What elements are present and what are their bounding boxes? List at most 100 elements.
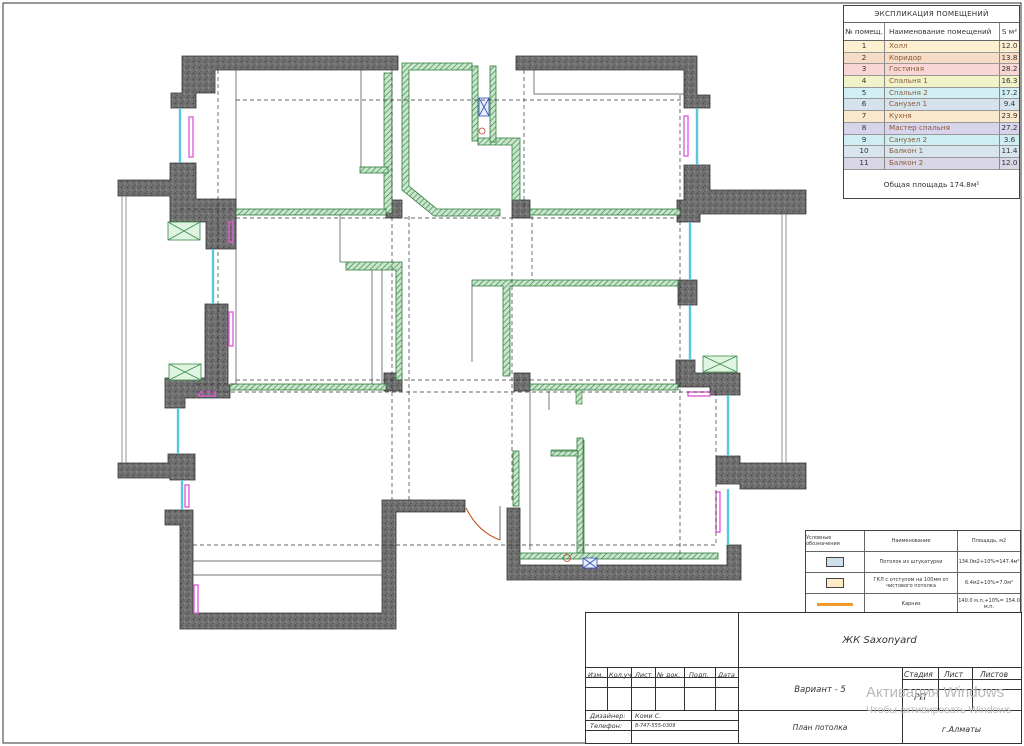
designer-value: Коми С.	[635, 712, 662, 720]
room-name: Холл	[885, 41, 1000, 52]
room-number: 8	[844, 122, 885, 134]
legend-col-symbols: Условные обозначения	[806, 531, 865, 551]
legend-col-area: Площадь, м2	[971, 538, 1007, 544]
explication-rows: 1 Холл 12.0 2 Коридор 13.8 3 Гостиная 28.2 4 Спаль…	[844, 41, 1019, 170]
room-area: 16.3	[1001, 76, 1018, 86]
room-number: 1	[844, 41, 885, 52]
legend-header: Условные обозначения Наименование Площад…	[806, 531, 1020, 552]
explication-row: 10 Балкон 1 11.4	[844, 146, 1019, 158]
col-podp: Подп.	[689, 671, 709, 679]
explication-row: 2 Коридор 13.8	[844, 52, 1019, 65]
explication-title: ЭКСПЛИКАЦИЯ ПОМЕЩЕНИЙ	[844, 6, 1019, 23]
legend-swatch	[826, 578, 844, 588]
room-area: 17.2	[1001, 87, 1018, 97]
legend-rows: Потолок из штукатурки 134.0м2+10%=147.4м²…	[806, 552, 1020, 615]
room-number: 5	[844, 87, 885, 99]
room-number: 4	[844, 76, 885, 87]
drain-circles	[478, 127, 571, 562]
partitions	[229, 62, 719, 560]
explication-row: 8 Мастер спальня 27.2	[844, 122, 1019, 135]
column-number: № помещ.	[844, 23, 885, 40]
room-name: Санузел 1	[885, 99, 1000, 111]
room-area: 12.0	[1001, 41, 1018, 50]
room-area: 28.2	[1001, 64, 1018, 74]
room-explication-table: ЭКСПЛИКАЦИЯ ПОМЕЩЕНИЙ № помещ. Наименова…	[843, 5, 1020, 199]
room-area: 27.2	[1001, 122, 1018, 132]
entrance-door	[465, 506, 501, 541]
col-date: Дата	[718, 671, 735, 679]
activation-watermark-line2: Чтобы активировать Windows	[866, 704, 1012, 716]
explication-row: 4 Спальня 1 16.3	[844, 76, 1019, 88]
room-area: 23.9	[1001, 111, 1018, 121]
room-area: 3.6	[1003, 134, 1016, 144]
room-name: Спальня 2	[885, 87, 1000, 99]
room-name: Балкон 1	[885, 146, 1000, 157]
col-kol: Кол.уч	[609, 671, 632, 679]
phone-value: 8-747-555-0309	[635, 723, 676, 729]
explication-column-headers: № помещ. Наименование помещений S м²	[844, 23, 1019, 41]
ventilation-boxes	[167, 221, 738, 381]
room-number: 3	[844, 64, 885, 76]
legend-area: 140.0 м.п.+10%= 154.0 м.п.	[958, 598, 1020, 610]
room-number: 7	[844, 111, 885, 122]
room-number: 10	[844, 146, 885, 157]
load-bearing-walls	[117, 55, 807, 630]
legend-symbol	[806, 573, 865, 593]
room-name: Балкон 2	[885, 157, 1000, 169]
room-name: Гостиная	[885, 64, 1000, 76]
explication-row: 5 Спальня 2 17.2	[844, 87, 1019, 100]
legend-symbol	[806, 552, 865, 572]
legend-symbol	[806, 594, 865, 614]
explication-row: 3 Гостиная 28.2	[844, 64, 1019, 77]
room-number: 2	[844, 52, 885, 64]
legend-area: 134.0м2+10%=147.4м²	[958, 559, 1020, 565]
room-number: 9	[844, 134, 885, 146]
room-area: 13.8	[1001, 52, 1018, 62]
legend-swatch	[817, 602, 853, 606]
room-number: 11	[844, 157, 885, 169]
legend-area: 6.4м2+10%=7.0м²	[964, 580, 1014, 586]
sheet-label: Лист	[944, 670, 964, 679]
total-area: Общая площадь 174.8м²	[883, 179, 980, 189]
col-list: Лист	[635, 671, 652, 679]
explication-row: 7 Кухня 23.9	[844, 111, 1019, 123]
stage-label: Стадия	[904, 670, 933, 679]
dashed-axes	[180, 70, 717, 560]
explication-row: 9 Санузел 2 3.6	[844, 134, 1019, 147]
city: г.Алматы	[941, 725, 982, 734]
explication-row: 6 Санузел 1 9.4	[844, 99, 1019, 112]
room-area: 12.0	[1001, 157, 1018, 167]
column-name: Наименование помещений	[885, 23, 1000, 40]
wall-stub	[575, 389, 583, 405]
legend-swatch	[826, 557, 844, 567]
thin-lines	[193, 70, 684, 576]
room-area: 11.4	[1001, 146, 1018, 156]
room-name: Санузел 2	[885, 134, 1000, 146]
room-name: Коридор	[885, 52, 1000, 64]
phone-label: Телефон:	[590, 722, 623, 730]
legend-table: Условные обозначения Наименование Площад…	[805, 530, 1021, 615]
sheet-title: План потолка	[792, 723, 848, 732]
column-area: S м²	[1001, 27, 1018, 36]
legend-row: Потолок из штукатурки 134.0м2+10%=147.4м²	[806, 552, 1020, 573]
sheets-label: Листов	[980, 670, 1009, 679]
explication-row: 1 Холл 12.0	[844, 41, 1019, 53]
legend-name: Потолок из штукатурки	[865, 552, 958, 572]
legend-col-name: Наименование	[865, 531, 958, 551]
windows	[176, 108, 730, 545]
room-name: Мастер спальня	[885, 122, 1000, 134]
room-area: 9.4	[1003, 99, 1016, 109]
activation-watermark-line1: Активация Windows	[866, 684, 1005, 701]
radiators	[184, 115, 721, 614]
title-block: ЖК Saxonyard Изм. Кол.уч Лист № док. Под…	[585, 612, 1022, 744]
project-name: ЖК Saxonyard	[842, 635, 917, 646]
designer-label: Дизайнер:	[590, 712, 626, 720]
room-name: Спальня 1	[885, 76, 1000, 87]
explication-row: 11 Балкон 2 12.0	[844, 157, 1019, 170]
col-doc: № док.	[657, 671, 681, 679]
legend-name: Карниз	[865, 594, 958, 614]
room-name: Кухня	[885, 111, 1000, 122]
room-number: 6	[844, 99, 885, 111]
col-izm: Изм.	[588, 671, 604, 679]
legend-name: ГКЛ с отступом на 100мм от чистового пот…	[865, 573, 958, 593]
